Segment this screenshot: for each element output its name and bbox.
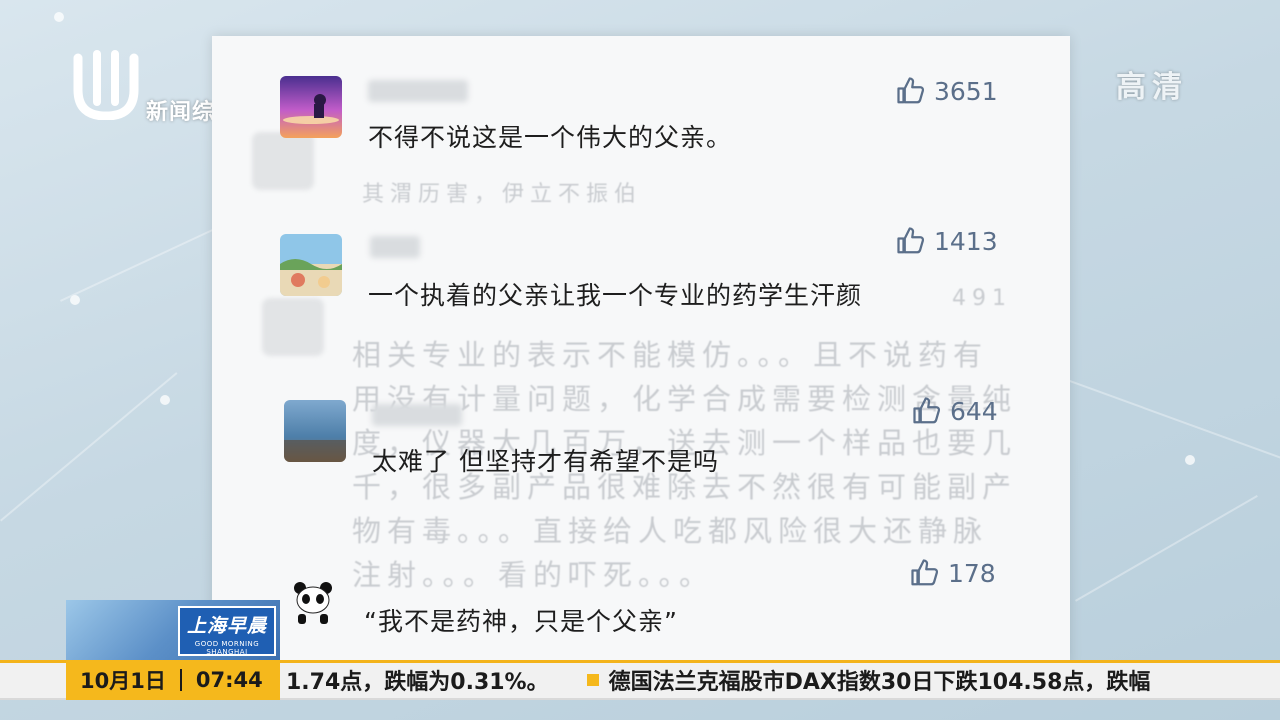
date-time-divider (179, 669, 182, 691)
like-count: 644 (950, 396, 998, 426)
channel-logo-icon (73, 50, 139, 120)
ghost-text: 491 (952, 286, 1012, 311)
program-title-box: 上海早晨 GOOD MORNING SHANGHAI (178, 606, 276, 656)
ghost-text: 其渭历害，伊立不振伯 (362, 182, 643, 207)
program-subtitle: GOOD MORNING SHANGHAI (194, 640, 260, 656)
background-network-dot (1185, 455, 1195, 465)
thumbs-up-icon (897, 77, 925, 104)
news-ticker: 1.74点，跌幅为0.31%。 德国法兰克福股市DAX指数30日下跌104.58… (286, 660, 1280, 700)
ticker-bullet-icon (586, 674, 599, 686)
like-count: 178 (948, 558, 996, 588)
background-network-dot (160, 395, 170, 405)
background-network-dot (70, 295, 80, 305)
like-count: 3651 (934, 76, 998, 106)
program-title: 上海早晨 (186, 615, 267, 637)
background-network-line (0, 372, 178, 522)
thumbs-up-icon (897, 227, 925, 254)
date-time-box: 10月1日 07:44 (66, 660, 280, 700)
ticker-date: 10月1日 (80, 669, 166, 693)
comment-screenshot: 其渭历害，伊立不振伯 491 相关专业的表示不能模仿。。。且不说药有 用没有计量… (212, 36, 1070, 666)
program-logo: 上海早晨 GOOD MORNING SHANGHAI (66, 600, 280, 662)
background-network-dot (54, 12, 64, 22)
username-redacted (368, 80, 468, 102)
like-count: 1413 (934, 226, 998, 256)
comment-text: 一个执着的父亲让我一个专业的药学生汗颜 (368, 281, 863, 310)
like-button[interactable]: 644 (912, 396, 998, 426)
ghost-avatar (252, 132, 314, 190)
thumbs-up-icon (913, 397, 941, 424)
like-button[interactable]: 178 (910, 558, 996, 588)
background-network-line (1069, 380, 1280, 461)
thumbs-up-icon (911, 559, 939, 586)
comment-text: 太难了 但坚持才有希望不是吗 (372, 447, 719, 476)
background-network-line (1075, 495, 1258, 602)
username-redacted (370, 236, 420, 258)
sunset-avatar (280, 76, 342, 138)
comment-text: 不得不说这是一个伟大的父亲。 (368, 123, 733, 152)
landscape-avatar (280, 234, 342, 296)
panda-avatar (288, 578, 338, 628)
ghost-avatar (262, 298, 324, 356)
sea-avatar (284, 400, 346, 462)
ticker-item: 1.74点，跌幅为0.31%。 (286, 670, 549, 695)
ghost-text: 相关专业的表示不能模仿。。。且不说药有 (352, 338, 989, 372)
hd-badge: 高清 (1116, 70, 1188, 105)
ghost-text: 注射。。。看的吓死。。。 (352, 558, 715, 592)
comment-text: “我不是药神，只是个父亲” (364, 607, 678, 636)
like-button[interactable]: 3651 (896, 76, 998, 106)
ticker-item: 德国法兰克福股市DAX指数30日下跌104.58点，跌幅 (608, 670, 1151, 695)
ticker-time: 07:44 (195, 668, 263, 692)
username-redacted (372, 404, 462, 426)
ghost-text: 物有毒。。。直接给人吃都风险很大还静脉 (352, 514, 989, 548)
like-button[interactable]: 1413 (896, 226, 998, 256)
